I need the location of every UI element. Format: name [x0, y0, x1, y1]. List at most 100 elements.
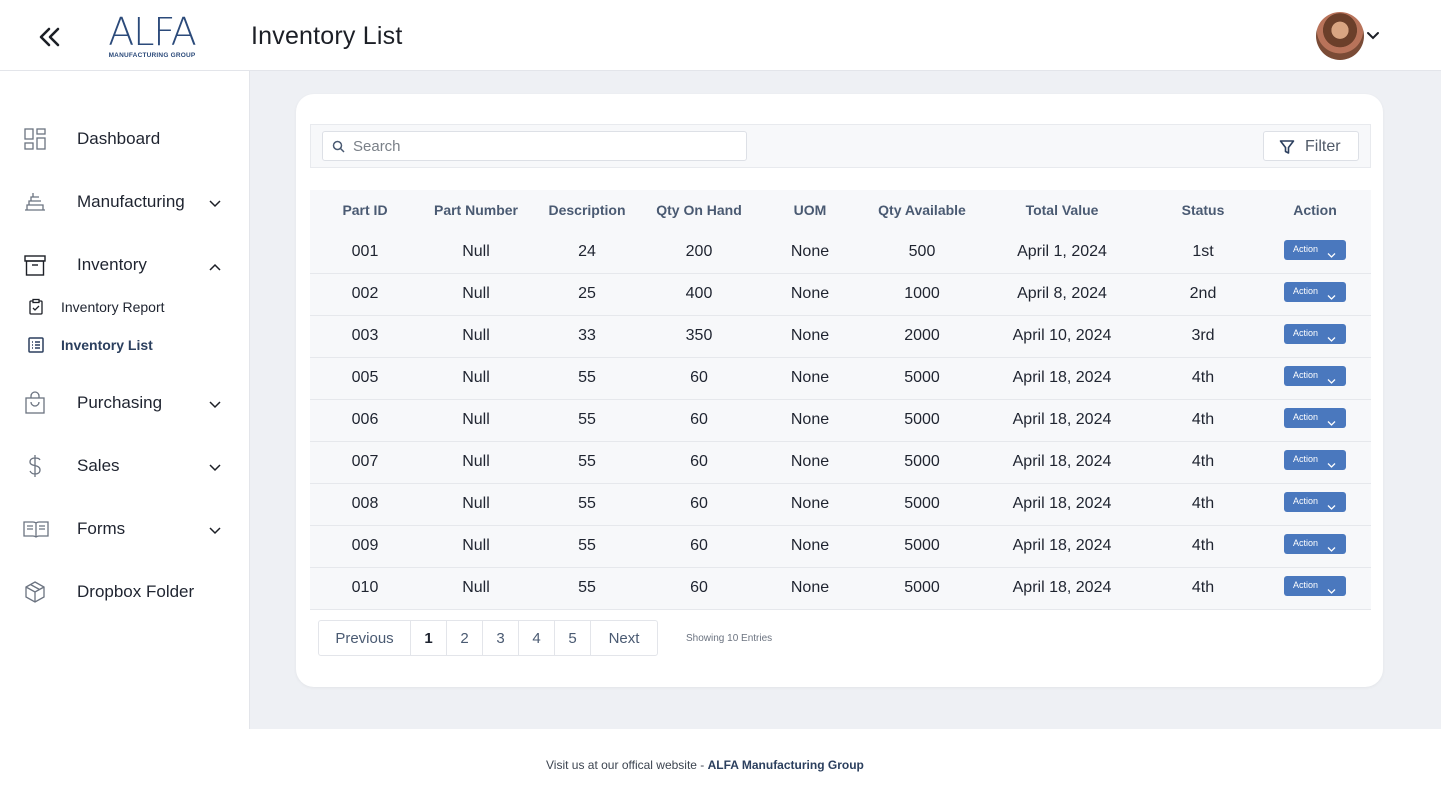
table-cell: None: [790, 243, 830, 260]
table-row[interactable]: 010 Null 55 60 None 5000 April 18, 2024 4th Acti…: [310, 568, 1371, 610]
sidebar-subitem-inventory-list[interactable]: Inventory List: [0, 332, 249, 358]
table-cell: Null: [462, 369, 490, 386]
action-label: Action: [1293, 412, 1319, 422]
action-dropdown-button[interactable]: Action: [1284, 240, 1346, 260]
table-body: 001 Null 24 200 None 500 April 1, 2024 1st Actio…: [310, 232, 1371, 610]
table-row[interactable]: 008 Null 55 60 None 5000 April 18, 2024 4th Acti…: [310, 484, 1371, 526]
page-button-4[interactable]: 4: [519, 621, 555, 655]
table-cell: Null: [462, 243, 490, 260]
table-cell: April 8, 2024: [1017, 285, 1107, 302]
clipboard-icon: [27, 298, 45, 316]
logo-text: ALFA: [108, 10, 197, 54]
table-row[interactable]: 002 Null 25 400 None 1000 April 8, 2024 2nd Acti…: [310, 274, 1371, 316]
chevron-down-icon: [208, 196, 222, 208]
action-dropdown-button[interactable]: Action: [1284, 408, 1346, 428]
pagination: Previous 1 2 3 4 5 Next: [318, 620, 658, 656]
table-header: Part ID Part Number Description Qty On Hand…: [310, 190, 1371, 232]
table-cell: 60: [690, 579, 708, 596]
action-label: Action: [1293, 454, 1319, 464]
page-button-2[interactable]: 2: [447, 621, 483, 655]
table-cell: None: [790, 327, 830, 344]
sidebar-item-purchasing[interactable]: Purchasing: [0, 383, 249, 423]
filter-button[interactable]: Filter: [1263, 131, 1359, 161]
action-dropdown-button[interactable]: Action: [1284, 450, 1346, 470]
table-cell: 5000: [904, 411, 940, 428]
alfa-logo[interactable]: ALFA MANUFACTURING GROUP: [100, 12, 204, 62]
chevron-down-icon: [1327, 414, 1336, 426]
table-cell: 005: [351, 369, 379, 386]
table-row[interactable]: 003 Null 33 350 None 2000 April 10, 2024 3rd Act…: [310, 316, 1371, 358]
page-title: Inventory List: [251, 22, 403, 50]
table-row[interactable]: 009 Null 55 60 None 5000 April 18, 2024 4th Acti…: [310, 526, 1371, 568]
sidebar-subitem-label: Inventory Report: [61, 299, 165, 315]
chevron-up-icon: [208, 259, 222, 271]
inventory-card: Filter Part ID Part Number Description Qty …: [296, 94, 1383, 687]
dashboard-grid-icon: [23, 127, 47, 151]
table-cell: 002: [351, 285, 379, 302]
table-cell: 55: [578, 579, 596, 596]
action-label: Action: [1293, 286, 1319, 296]
action-dropdown-button[interactable]: Action: [1284, 366, 1346, 386]
chevron-down-icon[interactable]: [1366, 28, 1380, 40]
table-cell: 55: [578, 495, 596, 512]
table-cell: Null: [462, 579, 490, 596]
column-header: Status: [1181, 202, 1225, 218]
previous-page-button[interactable]: Previous: [319, 621, 411, 655]
page-button-1[interactable]: 1: [411, 621, 447, 655]
sidebar-item-label: Sales: [77, 456, 120, 475]
table-row[interactable]: 007 Null 55 60 None 5000 April 18, 2024 4th Acti…: [310, 442, 1371, 484]
table-cell: 5000: [904, 495, 940, 512]
action-dropdown-button[interactable]: Action: [1284, 282, 1346, 302]
table-cell: 007: [351, 453, 379, 470]
table-cell: None: [790, 537, 830, 554]
footer-website-link[interactable]: ALFA Manufacturing Group: [708, 758, 864, 772]
table-cell: 60: [690, 495, 708, 512]
table-cell: None: [790, 285, 830, 302]
page-button-3[interactable]: 3: [483, 621, 519, 655]
footer: Visit us at our offical website - ALFA M…: [0, 729, 1441, 800]
top-bar: ALFA MANUFACTURING GROUP Inventory List: [0, 0, 1441, 71]
search-input[interactable]: [353, 136, 738, 156]
next-page-button[interactable]: Next: [591, 621, 657, 655]
table-cell: 400: [685, 285, 713, 302]
table-cell: None: [790, 369, 830, 386]
table-row[interactable]: 006 Null 55 60 None 5000 April 18, 2024 4th Acti…: [310, 400, 1371, 442]
package-icon: [23, 580, 47, 604]
list-icon: [27, 336, 45, 354]
search-box[interactable]: [322, 131, 747, 161]
sidebar-item-manufacturing[interactable]: Manufacturing: [0, 182, 249, 222]
column-header: Action: [1293, 202, 1337, 218]
search-icon: [332, 140, 345, 153]
table-cell: None: [790, 411, 830, 428]
sidebar-item-label: Dashboard: [77, 129, 161, 148]
table-cell: 5000: [904, 453, 940, 470]
action-dropdown-button[interactable]: Action: [1284, 576, 1346, 596]
manufacturing-icon: [23, 190, 47, 214]
table-cell: April 18, 2024: [1012, 369, 1112, 386]
user-avatar[interactable]: [1316, 12, 1364, 60]
sidebar-item-forms[interactable]: Forms: [0, 509, 249, 549]
collapse-sidebar-icon[interactable]: [36, 22, 64, 52]
table-cell: 60: [690, 537, 708, 554]
sidebar: Dashboard Manufacturing Inventory Invent…: [0, 71, 250, 729]
table-cell: 008: [351, 495, 379, 512]
table-row[interactable]: 005 Null 55 60 None 5000 April 18, 2024 4th Acti…: [310, 358, 1371, 400]
column-header: UOM: [793, 202, 827, 218]
shopping-bag-icon: [23, 391, 47, 415]
sidebar-item-dashboard[interactable]: Dashboard: [0, 119, 249, 159]
action-dropdown-button[interactable]: Action: [1284, 492, 1346, 512]
table-row[interactable]: 001 Null 24 200 None 500 April 1, 2024 1st Actio…: [310, 232, 1371, 274]
page-button-5[interactable]: 5: [555, 621, 591, 655]
chevron-down-icon: [1327, 456, 1336, 468]
action-dropdown-button[interactable]: Action: [1284, 324, 1346, 344]
action-label: Action: [1293, 580, 1319, 590]
table-cell: 55: [578, 537, 596, 554]
table-cell: 010: [351, 579, 379, 596]
sidebar-subitem-inventory-report[interactable]: Inventory Report: [0, 294, 249, 320]
action-dropdown-button[interactable]: Action: [1284, 534, 1346, 554]
sidebar-item-inventory[interactable]: Inventory: [0, 245, 249, 285]
sidebar-item-sales[interactable]: Sales: [0, 446, 249, 486]
table-cell: 25: [578, 285, 596, 302]
column-header: Qty Available: [878, 202, 966, 218]
sidebar-item-dropbox-folder[interactable]: Dropbox Folder: [0, 572, 249, 612]
